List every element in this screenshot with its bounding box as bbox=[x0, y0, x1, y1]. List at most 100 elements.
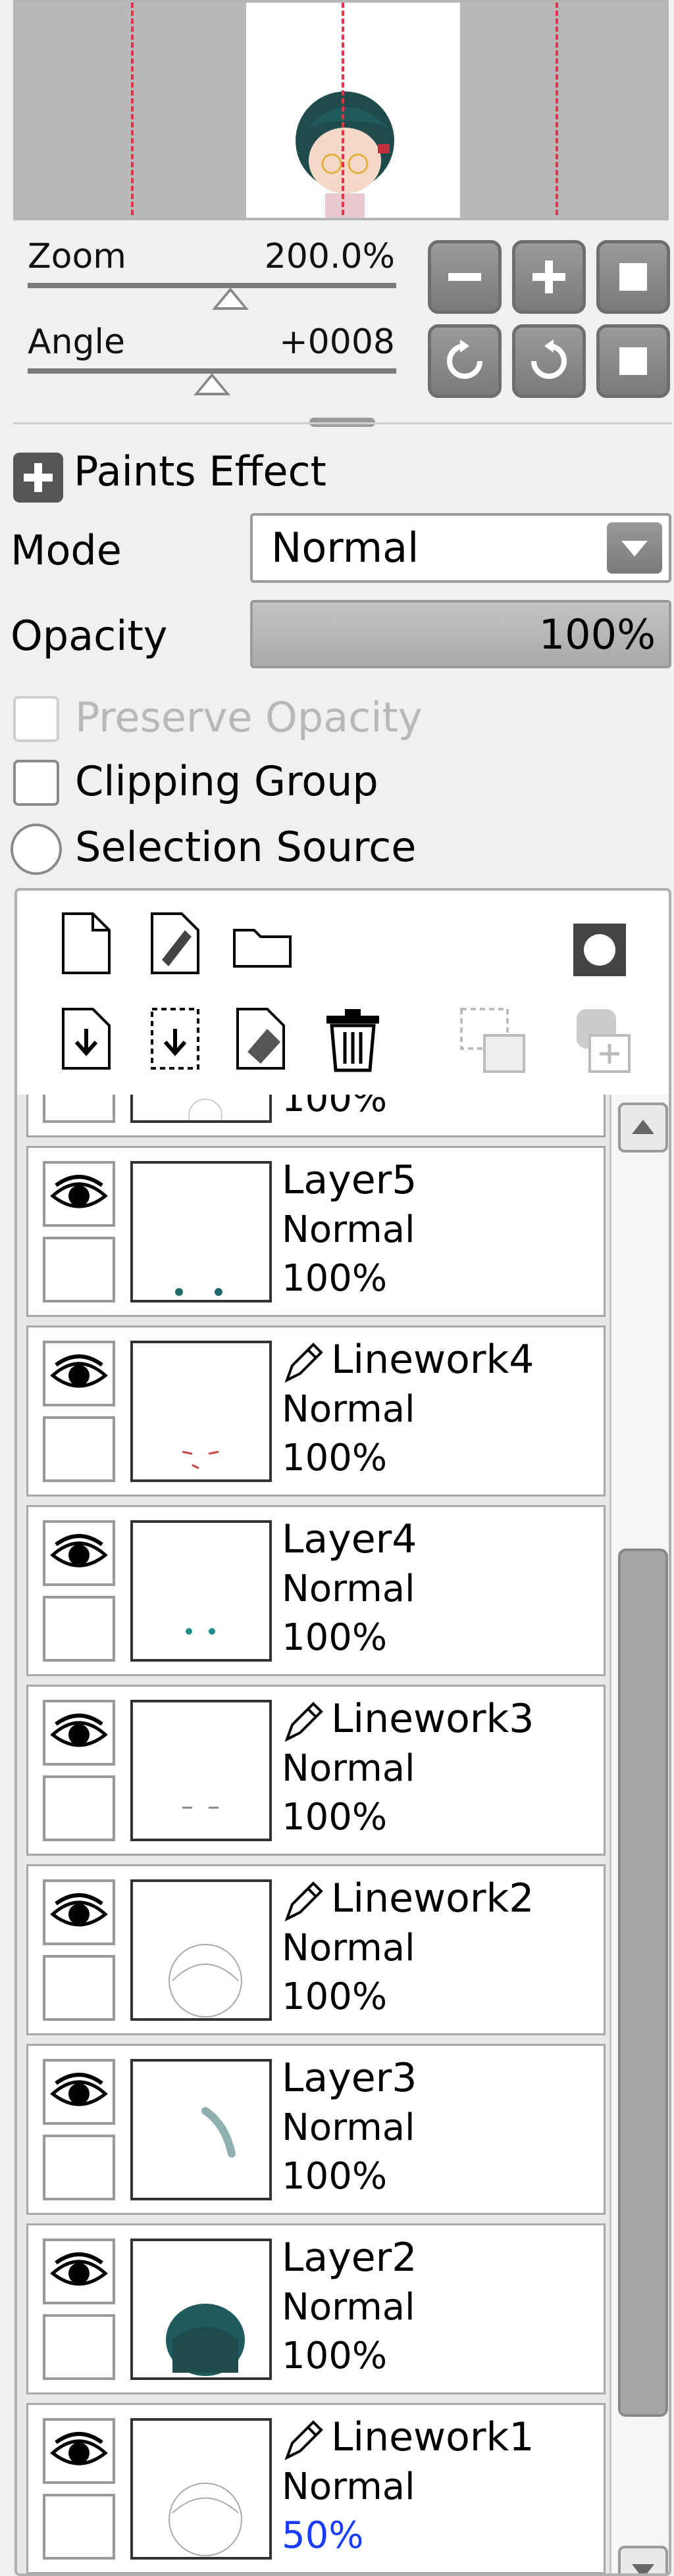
layer-blend-mode: Normal bbox=[282, 2106, 415, 2149]
angle-label: Angle bbox=[28, 322, 125, 362]
transfer-icon bbox=[460, 1008, 525, 1073]
visibility-eye-icon[interactable] bbox=[43, 1879, 115, 1945]
layer-mask-button[interactable] bbox=[570, 920, 629, 982]
layer-opacity: 100% bbox=[282, 2155, 388, 2198]
layer-lock-checkbox[interactable] bbox=[43, 1095, 115, 1123]
canvas-thumbnail bbox=[246, 3, 460, 218]
layer-row[interactable]: Layer2 Normal 100% bbox=[26, 2223, 606, 2394]
copy-down-icon bbox=[151, 1008, 199, 1070]
layer-opacity: 100% bbox=[282, 1796, 388, 1839]
preserve-opacity-label: Preserve Opacity bbox=[75, 693, 423, 741]
clear-layer-button[interactable] bbox=[231, 1006, 297, 1077]
layer-opacity: 100% bbox=[282, 1257, 388, 1300]
copy-down-button[interactable] bbox=[145, 1006, 205, 1077]
layer-list[interactable]: Normal100%Layer5Normal100%Linework4Norma… bbox=[17, 1095, 609, 2573]
layer-row[interactable]: Layer5 Normal 100% bbox=[26, 1146, 606, 1317]
transfer-button[interactable] bbox=[458, 1006, 531, 1077]
dropdown-button[interactable] bbox=[607, 522, 662, 574]
linework-pen-icon bbox=[280, 1339, 326, 1388]
layer-blend-mode: Normal bbox=[282, 1747, 415, 1790]
layer-row[interactable]: Linework2 Normal 100% bbox=[26, 1864, 606, 2035]
visibility-eye-icon[interactable] bbox=[43, 2239, 115, 2304]
layer-lock-checkbox[interactable] bbox=[43, 1416, 115, 1482]
layer-lock-checkbox[interactable] bbox=[43, 2314, 115, 2380]
rotate-ccw-button[interactable] bbox=[428, 324, 502, 398]
layer-lock-checkbox[interactable] bbox=[43, 1775, 115, 1841]
layer-opacity: 100% bbox=[282, 2335, 388, 2377]
layer-thumbnail bbox=[130, 1879, 272, 2021]
visibility-eye-icon[interactable] bbox=[43, 2059, 115, 2125]
opacity-slider[interactable]: 100% bbox=[250, 600, 671, 668]
layer-thumbnail bbox=[130, 1700, 272, 1841]
visibility-eye-icon[interactable] bbox=[43, 1161, 115, 1227]
merge-down-button[interactable] bbox=[57, 1006, 116, 1077]
zoom-out-button[interactable] bbox=[428, 240, 502, 314]
layer-row[interactable]: Normal100% bbox=[26, 1095, 606, 1137]
delete-layer-button[interactable] bbox=[320, 1006, 386, 1077]
rotate-cw-button[interactable] bbox=[512, 324, 586, 398]
chevron-up-icon bbox=[632, 1120, 654, 1134]
zoom-slider-thumb[interactable] bbox=[212, 287, 249, 310]
selection-source-radio[interactable] bbox=[11, 824, 62, 875]
layer-name: Layer4 bbox=[282, 1516, 417, 1562]
rotate-reset-button[interactable] bbox=[596, 324, 670, 398]
blend-mode-value: Normal bbox=[271, 524, 419, 572]
layer-blend-mode: Normal bbox=[282, 2465, 415, 2508]
rotate-ccw-icon bbox=[447, 339, 482, 379]
preserve-opacity-checkbox[interactable] bbox=[13, 696, 59, 742]
trash-icon bbox=[326, 1009, 379, 1072]
visibility-eye-icon[interactable] bbox=[43, 1341, 115, 1406]
angle-value: +0008 bbox=[279, 322, 395, 362]
selection-source-label: Selection Source bbox=[75, 823, 417, 871]
paints-effect-label: Paints Effect bbox=[74, 447, 326, 495]
scroll-down-button[interactable] bbox=[618, 2546, 668, 2573]
panel-divider bbox=[13, 422, 671, 424]
layer-blend-mode: Normal bbox=[282, 1388, 415, 1431]
layer-lock-checkbox[interactable] bbox=[43, 2135, 115, 2200]
layer-lock-checkbox[interactable] bbox=[43, 1596, 115, 1662]
layer-thumbnail bbox=[130, 1520, 272, 1662]
zoom-value: 200.0% bbox=[264, 237, 395, 276]
layer-lock-checkbox[interactable] bbox=[43, 1955, 115, 2021]
folder-icon bbox=[233, 929, 292, 968]
layer-row[interactable]: Linework3 Normal 100% bbox=[26, 1685, 606, 1856]
merge-down-icon bbox=[62, 1008, 111, 1070]
zoom-reset-button[interactable] bbox=[596, 240, 670, 314]
layer-row[interactable]: Layer4 Normal 100% bbox=[26, 1505, 606, 1676]
visibility-eye-icon[interactable] bbox=[43, 1700, 115, 1766]
clipping-group-checkbox[interactable] bbox=[13, 760, 59, 806]
paints-effect-expand-button[interactable] bbox=[13, 453, 63, 503]
angle-slider-thumb[interactable] bbox=[194, 373, 230, 395]
zoom-in-button[interactable] bbox=[512, 240, 586, 314]
blend-mode-select[interactable]: Normal bbox=[250, 513, 671, 583]
layer-lock-checkbox[interactable] bbox=[43, 1237, 115, 1302]
layer-opacity: 100% bbox=[282, 1975, 388, 2018]
layer-row[interactable]: Linework4 Normal 100% bbox=[26, 1325, 606, 1497]
scrollbar-thumb[interactable] bbox=[618, 1548, 668, 2417]
merge-group-button[interactable] bbox=[570, 1006, 636, 1077]
layer-row[interactable]: Layer3 Normal 100% bbox=[26, 2044, 606, 2215]
navigator-preview[interactable] bbox=[13, 0, 669, 220]
new-layer-button[interactable] bbox=[57, 910, 116, 979]
new-linework-icon bbox=[151, 912, 199, 974]
layer-thumbnail bbox=[130, 1095, 272, 1123]
new-folder-button[interactable] bbox=[231, 920, 297, 976]
layer-row[interactable]: Linework1 Normal 50% bbox=[26, 2403, 606, 2573]
minus-icon bbox=[448, 273, 481, 281]
layer-mask-icon bbox=[573, 924, 626, 976]
layer-thumbnail bbox=[130, 2418, 272, 2560]
linework-pen-icon bbox=[280, 1878, 326, 1927]
layer-list-scrollbar[interactable] bbox=[609, 1095, 669, 2573]
layer-opacity: 100% bbox=[282, 1095, 388, 1120]
chevron-down-icon bbox=[632, 2564, 654, 2573]
layer-blend-mode: Normal bbox=[282, 1927, 415, 1969]
linework-pen-icon bbox=[280, 2417, 326, 2465]
visibility-eye-icon[interactable] bbox=[43, 2418, 115, 2484]
visibility-eye-icon[interactable] bbox=[43, 1520, 115, 1586]
scroll-up-button[interactable] bbox=[618, 1102, 668, 1152]
layer-lock-checkbox[interactable] bbox=[43, 2494, 115, 2560]
plus-icon bbox=[532, 260, 565, 293]
layer-panel: Normal100%Layer5Normal100%Linework4Norma… bbox=[14, 888, 671, 2576]
new-linework-layer-button[interactable] bbox=[145, 910, 205, 979]
linework-pen-icon bbox=[280, 1698, 326, 1747]
